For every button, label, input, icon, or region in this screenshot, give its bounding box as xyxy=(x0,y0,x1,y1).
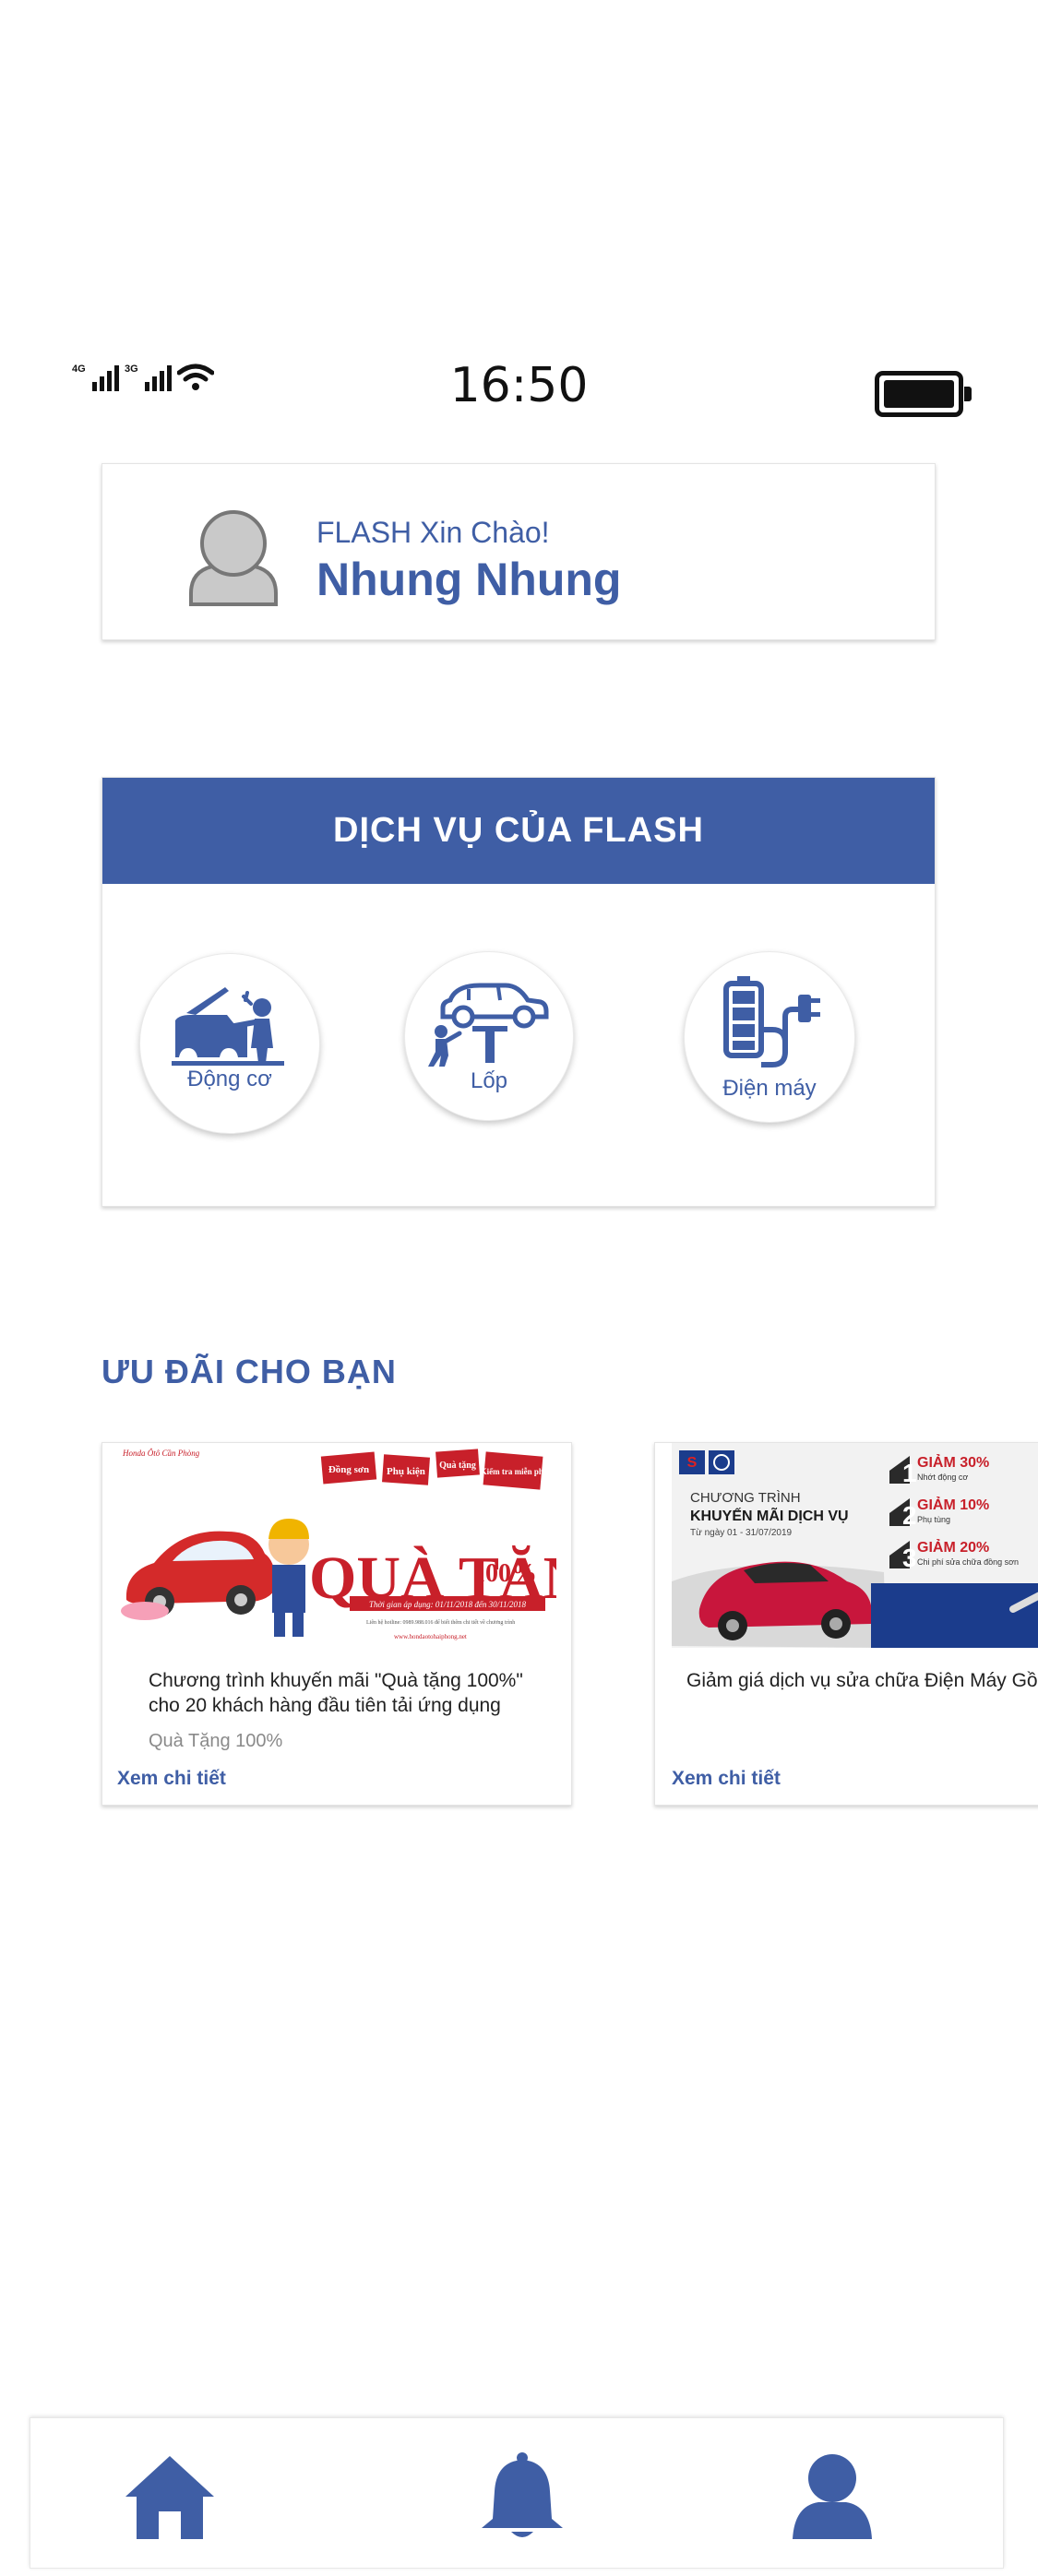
banner-tag-1: Phụ kiện xyxy=(387,1466,425,1477)
battery-icon xyxy=(875,371,972,417)
offer-num-0: 1 xyxy=(902,1459,917,1487)
deal-tag: Quà Tặng 100% xyxy=(149,1731,283,1751)
nav-notifications-button[interactable] xyxy=(471,2446,573,2547)
banner-tag-0: Đồng sơn xyxy=(328,1464,369,1475)
deal-description: Chương trình khuyến mãi "Quà tặng 100%" … xyxy=(149,1670,523,1716)
offer-sub-0: Nhớt động cơ xyxy=(917,1473,968,1482)
banner-period: Thời gian áp dụng: 01/11/2018 đến 30/11/… xyxy=(369,1600,526,1609)
offer-sub-1: Phụ tùng xyxy=(917,1515,950,1524)
banner-percent: 100% xyxy=(472,1559,537,1588)
svg-text:S: S xyxy=(687,1455,698,1471)
service-engine-button[interactable]: Động cơ xyxy=(139,953,320,1134)
service-tire-label: Lốp xyxy=(470,1068,508,1093)
deal-description: Giảm giá dịch vụ sửa chữa Điện Máy Gồ lê… xyxy=(686,1670,1038,1691)
profile-icon xyxy=(793,2454,872,2539)
user-avatar-icon xyxy=(189,510,278,606)
status-bar: 4G 3G 16:50 xyxy=(0,351,1038,424)
nav-profile-button[interactable] xyxy=(781,2446,883,2547)
deal-detail-link[interactable]: Xem chi tiết xyxy=(672,1768,781,1790)
services-card: DỊCH VỤ CỦA FLASH Động cơ Lốp Điện máy xyxy=(101,777,936,1207)
banner-hotline: Liên hệ hotline: 0989.988.016 để biết th… xyxy=(366,1619,515,1626)
offer-num-2: 3 xyxy=(902,1544,917,1572)
engine-repair-icon xyxy=(172,987,284,1066)
services-title: DỊCH VỤ CỦA FLASH xyxy=(102,778,935,884)
battery-fill xyxy=(884,380,954,408)
deal-detail-link[interactable]: Xem chi tiết xyxy=(117,1768,226,1790)
service-electronics-label: Điện máy xyxy=(722,1076,817,1101)
banner-website: www.hondaotohaiphong.net xyxy=(394,1633,467,1640)
banner-tag-3: Kiểm tra miễn phí xyxy=(481,1467,546,1476)
nav-home-button[interactable] xyxy=(119,2446,221,2547)
offer-num-1: 2 xyxy=(902,1501,917,1530)
deal-card[interactable]: S CHƯƠNG TRÌNH KHUYẾN MÃI DỊCH VỤ Từ ngà… xyxy=(654,1442,1038,1806)
offer-title-0: GIẢM 30% xyxy=(917,1453,989,1471)
car-lift-tire-icon xyxy=(428,983,549,1067)
gift-promo-banner: Honda Ôtô Cần Phòng Đồng sơn Phụ kiện Qu… xyxy=(117,1443,556,1648)
service-electronics-button[interactable]: Điện máy xyxy=(684,951,855,1123)
bell-icon xyxy=(482,2452,563,2537)
greeting-card: FLASH Xin Chào! Nhung Nhung xyxy=(101,463,936,640)
deal-banner-service[interactable]: S CHƯƠNG TRÌNH KHUYẾN MÃI DỊCH VỤ Từ ngà… xyxy=(672,1443,1038,1648)
offer-title-2: GIẢM 20% xyxy=(917,1538,989,1556)
service-tire-button[interactable]: Lốp xyxy=(404,951,574,1121)
offer-title-1: GIẢM 10% xyxy=(917,1496,989,1513)
home-icon xyxy=(125,2456,214,2539)
service-promo-banner: S CHƯƠNG TRÌNH KHUYẾN MÃI DỊCH VỤ Từ ngà… xyxy=(672,1443,1038,1648)
banner-heading-2: KHUYẾN MÃI DỊCH VỤ xyxy=(690,1506,849,1524)
banner-tag-2: Quà tặng xyxy=(439,1461,476,1471)
battery-plug-icon xyxy=(723,976,820,1067)
banner-brand: Honda Ôtô Cần Phòng xyxy=(122,1449,200,1458)
deal-card[interactable]: Honda Ôtô Cần Phòng Đồng sơn Phụ kiện Qu… xyxy=(101,1442,572,1806)
bottom-navigation xyxy=(30,2417,1004,2569)
offer-sub-2: Chi phí sửa chữa đồng sơn xyxy=(917,1557,1019,1567)
deal-banner-gift[interactable]: Honda Ôtô Cần Phòng Đồng sơn Phụ kiện Qu… xyxy=(117,1443,556,1648)
greeting-text: FLASH Xin Chào! xyxy=(316,516,550,549)
banner-heading-1: CHƯƠNG TRÌNH xyxy=(690,1490,801,1506)
user-name: Nhung Nhung xyxy=(316,554,622,605)
banner-period: Từ ngày 01 - 31/07/2019 xyxy=(690,1528,793,1538)
deals-title: ƯU ĐÃI CHO BẠN xyxy=(101,1353,397,1390)
service-engine-label: Động cơ xyxy=(187,1067,272,1091)
